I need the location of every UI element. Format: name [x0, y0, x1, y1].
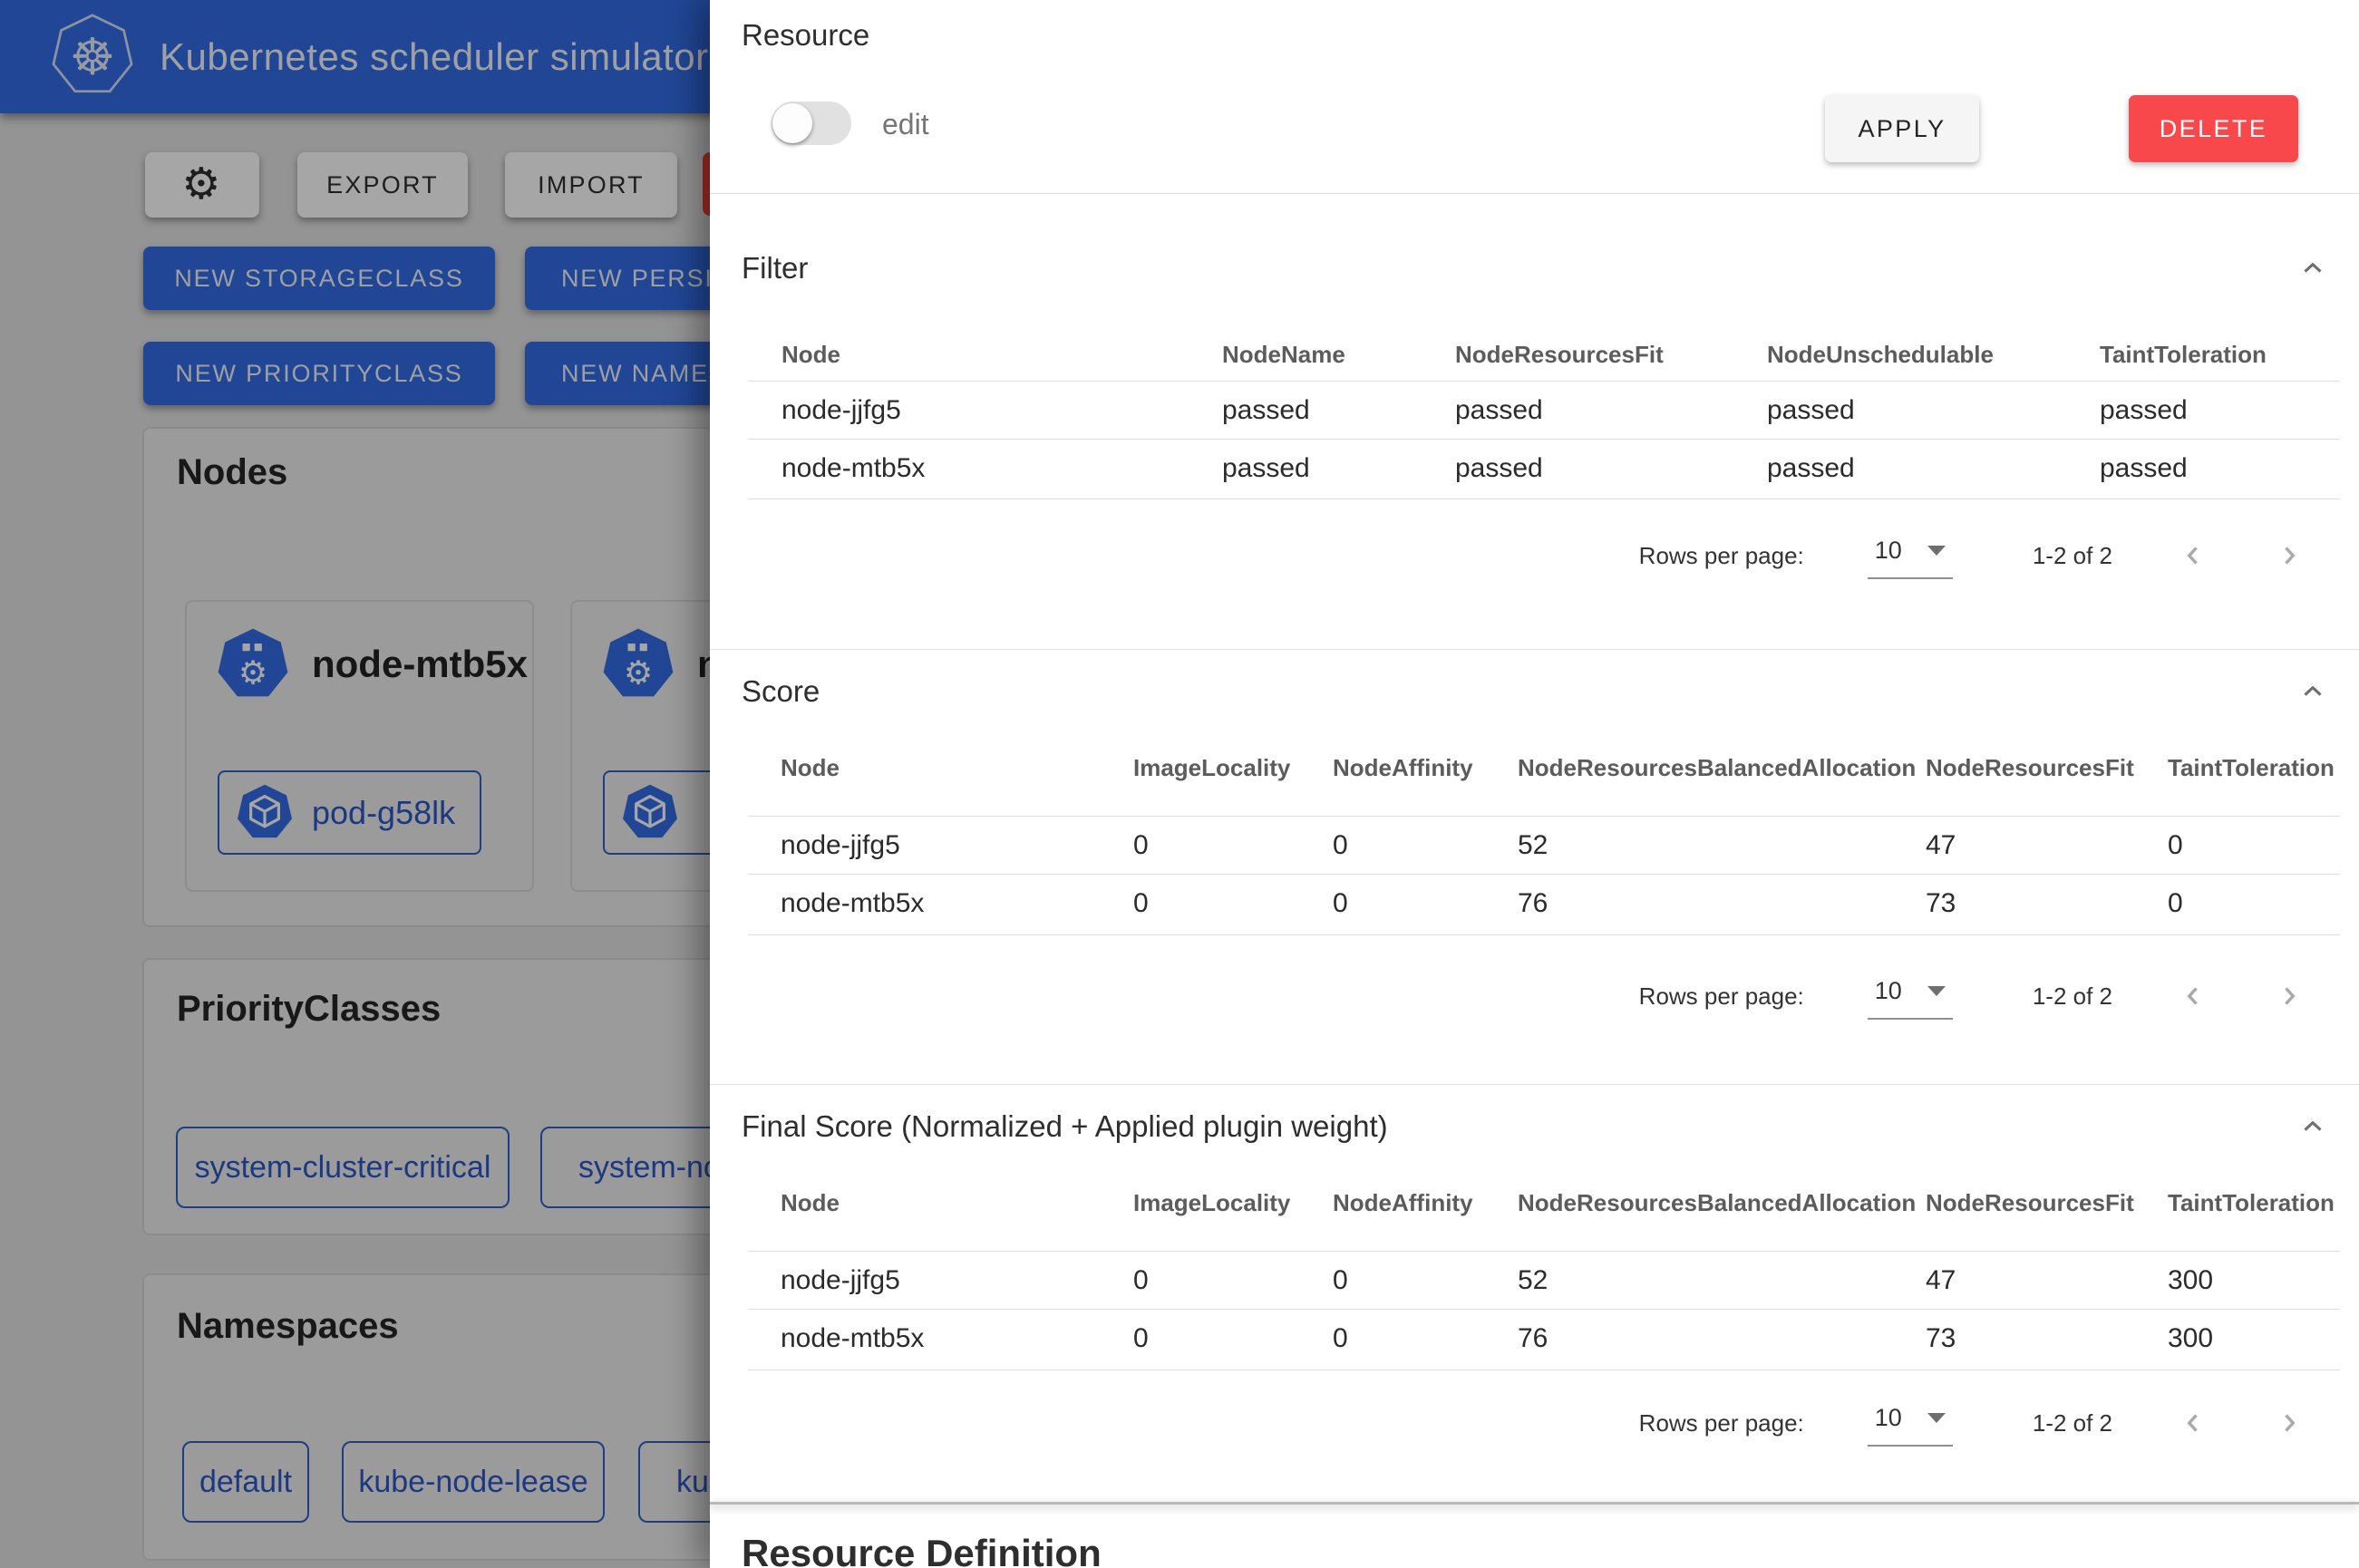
- filter-pagination: Rows per page: 10 1-2 of 2: [1639, 530, 2305, 581]
- table-row: node-mtb5x 0 0 76 73 300: [748, 1312, 2340, 1366]
- rows-per-page-label: Rows per page:: [1639, 542, 1804, 570]
- divider: [710, 1084, 2359, 1085]
- rows-per-page-select[interactable]: 10: [1868, 533, 1953, 579]
- divider: [748, 934, 2340, 935]
- drawer-title: Resource: [742, 18, 869, 53]
- col-noderesourcesfit: NodeResourcesFit: [1455, 341, 1767, 369]
- previous-page-button[interactable]: [2178, 981, 2209, 1011]
- rows-per-page-select[interactable]: 10: [1868, 973, 1953, 1020]
- table-row: node-jjfg5 0 0 52 47 300: [748, 1253, 2340, 1308]
- caret-down-icon: [1927, 1413, 1946, 1423]
- previous-page-button[interactable]: [2178, 1408, 2209, 1438]
- next-page-button[interactable]: [2274, 1408, 2305, 1438]
- score-table-header: Node ImageLocality NodeAffinity NodeReso…: [748, 740, 2340, 795]
- page-range: 1-2 of 2: [2033, 1409, 2112, 1437]
- divider: [710, 193, 2359, 194]
- col-nodeunschedulable: NodeUnschedulable: [1767, 341, 2100, 369]
- resource-drawer: Resource edit APPLY DELETE Filter Node N…: [710, 0, 2359, 1568]
- page-range: 1-2 of 2: [2033, 542, 2112, 570]
- rows-per-page-label: Rows per page:: [1639, 1409, 1804, 1437]
- divider: [748, 1251, 2340, 1252]
- table-row: node-mtb5x passed passed passed passed: [748, 441, 2340, 496]
- apply-button[interactable]: APPLY: [1825, 95, 1979, 162]
- final-score-section-title: Final Score (Normalized + Applied plugin…: [742, 1109, 1388, 1144]
- divider: [748, 1309, 2340, 1310]
- edit-toggle-label: edit: [882, 108, 929, 141]
- table-row: node-jjfg5 passed passed passed passed: [748, 383, 2340, 438]
- caret-down-icon: [1927, 546, 1946, 556]
- col-node: Node: [781, 341, 1222, 369]
- divider: [748, 381, 2340, 382]
- edit-toggle[interactable]: [772, 102, 851, 145]
- filter-section-title: Filter: [742, 251, 808, 286]
- col-tainttoleration: TaintToleration: [2100, 341, 2340, 369]
- section-divider: [710, 1502, 2359, 1505]
- divider: [710, 649, 2359, 650]
- filter-table-header: Node NodeName NodeResourcesFit NodeUnsch…: [748, 327, 2340, 382]
- next-page-button[interactable]: [2274, 540, 2305, 571]
- chevron-up-icon[interactable]: [2297, 253, 2328, 284]
- page-range: 1-2 of 2: [2033, 982, 2112, 1011]
- chevron-up-icon[interactable]: [2297, 676, 2328, 707]
- rows-per-page-select[interactable]: 10: [1868, 1400, 1953, 1447]
- final-score-pagination: Rows per page: 10 1-2 of 2: [1639, 1398, 2305, 1448]
- toggle-thumb: [772, 103, 812, 143]
- delete-button[interactable]: DELETE: [2129, 95, 2298, 162]
- caret-down-icon: [1927, 986, 1946, 996]
- chevron-up-icon[interactable]: [2297, 1111, 2328, 1142]
- divider: [748, 439, 2340, 440]
- divider: [748, 816, 2340, 817]
- resource-definition-title: Resource Definition: [742, 1532, 1102, 1568]
- col-nodename: NodeName: [1222, 341, 1455, 369]
- screen: ☸ Kubernetes scheduler simulator ⚙ EXPOR…: [0, 0, 2359, 1568]
- divider: [748, 874, 2340, 875]
- score-section-title: Score: [742, 674, 820, 709]
- divider: [748, 498, 2340, 499]
- rows-per-page-label: Rows per page:: [1639, 982, 1804, 1011]
- table-row: node-jjfg5 0 0 52 47 0: [748, 818, 2340, 873]
- final-score-table-header: Node ImageLocality NodeAffinity NodeReso…: [748, 1176, 2340, 1230]
- table-row: node-mtb5x 0 0 76 73 0: [748, 876, 2340, 931]
- next-page-button[interactable]: [2274, 981, 2305, 1011]
- score-pagination: Rows per page: 10 1-2 of 2: [1639, 971, 2305, 1021]
- previous-page-button[interactable]: [2178, 540, 2209, 571]
